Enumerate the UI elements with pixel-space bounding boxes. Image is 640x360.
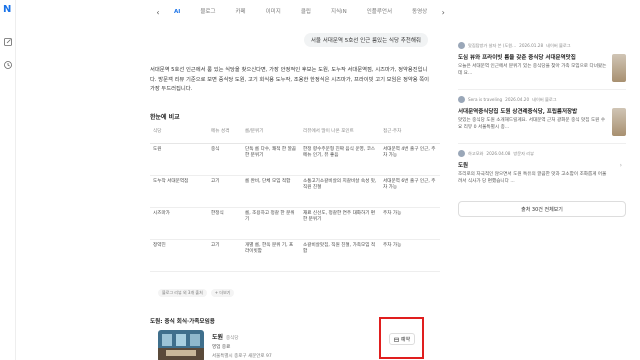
- table-cell: 서대문역 4번 출구 인근, 주차 가능: [380, 143, 440, 176]
- table-header-row: 식당 메뉴 성격 룸/분위기 리뷰에서 많이 나온 포인트 접근·주차: [150, 125, 440, 144]
- table-header: 룸/분위기: [242, 125, 300, 144]
- source-card[interactable]: 맛집탐방가 살자 쓴 (도원... 2026.01.28 네이버 블로그 도심 …: [458, 42, 626, 82]
- calendar-icon: [394, 337, 399, 342]
- table-cell: 시즈마가: [150, 207, 208, 240]
- place-name[interactable]: 도원 중식당: [212, 332, 238, 341]
- source-snippet: 오늘은 서대문역 인근에서 분위기 있는 중식당을 찾아 가족 모임으로 다녀왔…: [458, 64, 607, 76]
- table-cell: 한정 향수주문형 진짜 음식 운영, 코스 메뉴 인기, 뷰 좋음: [300, 143, 380, 176]
- avatar: [458, 96, 465, 103]
- ai-answer-text: 서대문역 5호선 인근에서 룸 있는 식당을 찾으신다면, 가장 안정적인 후보…: [150, 67, 430, 92]
- source-thumbnail[interactable]: [612, 108, 626, 136]
- source-chip[interactable]: 블로그 리뷰 외 3개 출처: [158, 289, 207, 297]
- place-address: 서울특별시 종로구 새문안로 97: [212, 354, 272, 359]
- tab-blog[interactable]: 블로그: [190, 5, 225, 19]
- tab-influencer[interactable]: 인플루언서: [357, 5, 402, 19]
- place-category: 중식당: [226, 336, 239, 341]
- table-cell: 한정식: [208, 207, 242, 240]
- source-type: 네이버 블로그: [546, 42, 571, 48]
- source-type: 네이버 블로그: [532, 96, 557, 102]
- table-cell: 고기: [208, 175, 242, 208]
- table-cell: 소통고기소갈비살의 지갈비살 숙성 맛, 직원 친절: [300, 175, 380, 208]
- avatar: [458, 42, 465, 49]
- source-more-chip[interactable]: + 더보기: [210, 289, 235, 297]
- table-cell: 개별 룸, 한옥 분위 기, 프라이빗함: [242, 239, 300, 272]
- table-header: 메뉴 성격: [208, 125, 242, 144]
- chevron-right-icon[interactable]: ›: [620, 162, 622, 169]
- avatar: [458, 150, 465, 157]
- table-cell: 정약진: [150, 239, 208, 272]
- tab-clip[interactable]: 클립: [291, 5, 321, 19]
- table-cell: 서대문역 6번 출구 인근, 주차 가능: [380, 175, 440, 208]
- table-header: 식당: [150, 125, 208, 144]
- new-chat-icon[interactable]: [3, 37, 13, 47]
- table-cell: 소갈비살맛집, 직원 친절, 가족모임 적합: [300, 239, 380, 272]
- compare-section-title: 한눈에 비교: [150, 114, 180, 121]
- place-name-text[interactable]: 도원: [212, 334, 223, 341]
- source-meta: 맛집탐방가 살자 쓴 (도원... 2026.01.28 네이버 블로그: [458, 42, 626, 49]
- compare-table: 식당 메뉴 성격 룸/분위기 리뷰에서 많이 나온 포인트 접근·주차 도원 중…: [150, 125, 440, 272]
- table-cell: 주차 가능: [380, 207, 440, 240]
- source-date: 2026.04.08: [486, 151, 511, 156]
- table-cell: 도원: [150, 143, 208, 176]
- place-section-title: 도원: 중식 회식·가족모임용: [150, 319, 215, 325]
- divider: [458, 89, 626, 90]
- tab-video[interactable]: 동영상: [402, 5, 437, 19]
- source-date: 2026.01.28: [519, 43, 544, 48]
- tab-image[interactable]: 이미지: [256, 5, 291, 19]
- source-card[interactable]: 하고모와 2026.04.08 방문자 리뷰 도원 조리로의 자극적인 않으면서…: [458, 150, 626, 185]
- forward-arrow-icon[interactable]: ›: [437, 6, 449, 18]
- reserve-highlight-box: 예약: [379, 317, 424, 359]
- source-title[interactable]: 도원: [458, 161, 626, 169]
- source-chips: 블로그 리뷰 외 3개 출처 + 더보기: [158, 289, 235, 297]
- table-cell: 도누작 서대문역점: [150, 175, 208, 208]
- search-tabs: ‹ AI 블로그 카페 이미지 클립 지식iN 인플루언서 동영상 ›: [152, 5, 449, 19]
- table-header: 리뷰에서 많이 나온 포인트: [300, 125, 380, 144]
- table-cell: 고기: [208, 239, 242, 272]
- source-type: 방문자 리뷰: [513, 150, 535, 156]
- tab-cafe[interactable]: 카페: [226, 5, 256, 19]
- source-author: 하고모와: [468, 150, 484, 156]
- source-author: 맛집탐방가 살자 쓴 (도원...: [468, 42, 517, 48]
- history-icon[interactable]: [3, 60, 13, 70]
- reserve-button[interactable]: 예약: [389, 333, 415, 345]
- table-cell: 재료 신선도, 정갈한 연주 대화하기 편한 분위기: [300, 207, 380, 240]
- table-cell: 단독 룸 다수, 쾌적 한 깔끔한 분위기: [242, 143, 300, 176]
- source-card[interactable]: Sera is traveling 2026.04.20 네이버 블로그 서대문…: [458, 96, 626, 136]
- source-date: 2026.04.20: [505, 97, 530, 102]
- source-title[interactable]: 서대문역중식당집 도원 상견례중식당, 프립룸저장밥: [458, 107, 626, 115]
- divider: [458, 143, 626, 144]
- table-row: 도누작 서대문역점 고기 룸 완비, 단체 모임 적합 소통고기소갈비살의 지갈…: [150, 175, 440, 208]
- table-header: 접근·주차: [380, 125, 440, 144]
- tab-ai[interactable]: AI: [164, 5, 190, 19]
- source-snippet: 맛있는 중식당 도원 소개해드릴게요. 서대문역 근처 광화문 중식 맛집 도원…: [458, 118, 606, 130]
- tab-kin[interactable]: 지식iN: [321, 5, 357, 19]
- left-rail: N: [0, 0, 16, 360]
- table-row: 정약진 고기 개별 룸, 한옥 분위 기, 프라이빗함 소갈비살맛집, 직원 친…: [150, 239, 440, 272]
- see-all-sources-button[interactable]: 출처 30건 전체보기: [458, 201, 626, 217]
- source-snippet: 조리로의 자극적인 않으면서 도원 특유의 깔끔한 맛과 고소함이 조화롭게 어…: [458, 172, 607, 184]
- back-arrow-icon[interactable]: ‹: [152, 6, 164, 18]
- source-meta: 하고모와 2026.04.08 방문자 리뷰: [458, 150, 626, 157]
- table-cell: 룸 완비, 단체 모임 적합: [242, 175, 300, 208]
- table-row: 시즈마가 한정식 룸, 조용하고 정갈 한 분위기 재료 신선도, 정갈한 연주…: [150, 207, 440, 240]
- reserve-label: 예약: [400, 336, 411, 343]
- source-thumbnail[interactable]: [612, 54, 626, 82]
- source-author: Sera is traveling: [468, 97, 503, 102]
- app-logo[interactable]: N: [3, 5, 13, 15]
- place-photo[interactable]: [158, 330, 204, 360]
- table-cell: 중식: [208, 143, 242, 176]
- table-cell: 룸, 조용하고 정갈 한 분위기: [242, 207, 300, 240]
- table-row: 도원 중식 단독 룸 다수, 쾌적 한 깔끔한 분위기 한정 향수주문형 진짜 …: [150, 143, 440, 176]
- source-title[interactable]: 도심 뷰와 프라이빗 룸을 갖춘 중식당 서대문역맛집: [458, 53, 626, 61]
- place-status: 영업 중료: [212, 345, 231, 350]
- source-meta: Sera is traveling 2026.04.20 네이버 블로그: [458, 96, 626, 103]
- table-cell: 주차 가능: [380, 239, 440, 272]
- user-query-bubble: 서울 서대문역 5호선 인근 룸있는 식당 추천해줘: [303, 33, 428, 47]
